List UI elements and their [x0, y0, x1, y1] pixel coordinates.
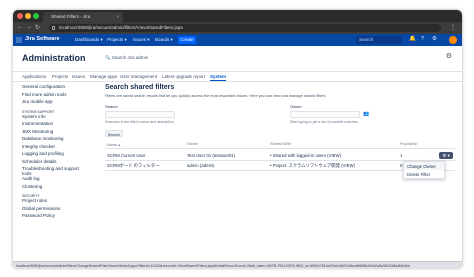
change-owner-menu-item[interactable]: Change Owner [404, 162, 444, 170]
browser-window: Shared Filters - Jira × ← → ↻ localhost:… [13, 10, 462, 268]
settings-icon[interactable]: ⚙ [432, 36, 437, 42]
sidebar-item-password-policy[interactable]: Password Policy [22, 213, 84, 221]
user-avatar[interactable] [449, 36, 457, 44]
sidebar-item-logging-and-profiling[interactable]: Logging and profiling [22, 151, 84, 159]
filter-owner: Test User 01 (testuser01) [187, 153, 236, 158]
browser-tab[interactable]: Shared Filters - Jira × [43, 12, 123, 22]
minimize-window-icon[interactable] [25, 13, 31, 19]
search-input[interactable] [105, 111, 175, 118]
section-heading: Search shared filters [105, 84, 175, 91]
sidebar-item-global-permissions[interactable]: Global permissions [22, 206, 84, 214]
tab-user-management[interactable]: User management [120, 74, 157, 79]
filter-name-link[interactable]: SCRMボード のフィルター [107, 163, 159, 169]
filter-shared-with: • Shared with logged-in users (VIEW) [270, 153, 341, 158]
admin-search-link[interactable]: 🔍 Search Jira admin [105, 55, 148, 61]
close-window-icon[interactable] [17, 13, 23, 19]
sidebar-item-clustering[interactable]: Clustering [22, 184, 84, 192]
col-name[interactable]: Name ▴ [107, 142, 120, 147]
nav-projects[interactable]: Projects ▾ [107, 37, 127, 43]
tab-projects[interactable]: Projects [52, 74, 68, 79]
admin-sidebar: General configuration Find more admin to… [22, 84, 84, 221]
owner-hint: Start typing to get a list of possible m… [290, 120, 359, 124]
filters-table-header: Name ▴ Owner Shared With Popularity [105, 142, 455, 149]
nav-issues[interactable]: Issues ▾ [133, 37, 150, 43]
nav-boards[interactable]: Boards ▾ [155, 37, 173, 43]
nav-dashboards[interactable]: Dashboards ▾ [75, 37, 103, 43]
notifications-icon[interactable]: 🔔 [409, 36, 416, 42]
sidebar-section-security: SECURITY [22, 194, 40, 198]
delete-filter-menu-item[interactable]: Delete Filter [404, 170, 444, 178]
sidebar-item-integrity-checker[interactable]: Integrity checker [22, 144, 84, 152]
search-hint: Searches in the filter's name and descri… [105, 120, 174, 124]
section-description: Filters are saved search results that le… [105, 94, 326, 98]
address-url: localhost:8080/jira/secure/admin/filters… [59, 25, 183, 30]
reload-icon[interactable]: ↻ [35, 24, 40, 31]
sidebar-item-scheduler-details[interactable]: Scheduler details [22, 159, 84, 167]
sidebar-item-project-roles[interactable]: Project roles [22, 198, 84, 206]
admin-tabs: Applications Projects Issues Manage apps… [13, 72, 462, 82]
forward-icon[interactable]: → [26, 24, 32, 30]
sidebar-item-jira-mobile-app[interactable]: Jira mobile app [22, 99, 84, 107]
jira-search-input[interactable]: Search [356, 36, 402, 44]
col-owner: Owner [187, 142, 199, 146]
user-picker-icon[interactable]: 👥 [363, 111, 369, 117]
browser-toolbar: ← → ↻ localhost:8080/jira/secure/admin/f… [13, 22, 462, 34]
sidebar-item-database-monitoring[interactable]: Database monitoring [22, 136, 84, 144]
admin-gear-icon[interactable]: ⚙ [446, 52, 452, 60]
sidebar-item-audit-log[interactable]: Audit log [22, 176, 84, 184]
address-bar[interactable]: localhost:8080/jira/secure/admin/filters… [49, 24, 441, 32]
tab-latest-upgrade-report[interactable]: Latest upgrade report [162, 74, 205, 79]
table-row: SCRM Current User Test User 01 (testuser… [105, 151, 455, 161]
col-shared-with: Shared With [270, 142, 291, 146]
browser-tab-title: Shared Filters - Jira [51, 14, 91, 19]
jira-logo[interactable]: Jira Software [25, 36, 60, 42]
browser-menu-icon[interactable]: ⋮ [450, 24, 456, 31]
owner-label: Owner [290, 104, 302, 109]
back-icon[interactable]: ← [17, 24, 23, 30]
app-switcher-icon[interactable] [16, 37, 22, 43]
sidebar-section-system-support: SYSTEM SUPPORT [22, 109, 55, 114]
filter-name-link[interactable]: SCRM Current User [107, 153, 145, 158]
jira-top-nav: Jira Software Dashboards ▾ Projects ▾ Is… [13, 34, 462, 46]
row-actions-dropdown: Change Owner Delete Filter [403, 161, 445, 179]
main-content: Search shared filters Filters are saved … [105, 84, 455, 179]
filter-shared-with: • Project: スクラムソフトウェア開発 (VIEW) [270, 163, 355, 168]
tab-applications[interactable]: Applications [22, 74, 46, 79]
browser-status-bar: localhost:8080/jira/secure/admin/filters… [13, 261, 462, 268]
page-title: Administration [22, 53, 86, 63]
search-button[interactable]: Search [105, 130, 123, 137]
tab-close-icon[interactable]: × [116, 14, 119, 19]
maximize-window-icon[interactable] [33, 13, 39, 19]
col-popularity: Popularity [400, 142, 417, 146]
sidebar-item-instrumentation[interactable]: Instrumentation [22, 121, 84, 129]
lock-icon [52, 26, 55, 30]
tab-system[interactable]: System [210, 74, 227, 81]
filter-owner: admin (admin) [187, 163, 215, 168]
filter-popularity: 1 [400, 153, 403, 158]
help-icon[interactable]: ? [421, 36, 424, 42]
sidebar-item-find-more-admin-tools[interactable]: Find more admin tools [22, 92, 84, 100]
search-label: Search [105, 104, 118, 109]
browser-titlebar: Shared Filters - Jira × [13, 10, 462, 22]
tab-manage-apps[interactable]: Manage apps [90, 74, 117, 79]
owner-input[interactable] [290, 111, 360, 118]
sidebar-item-troubleshooting[interactable]: Troubleshooting and support tools [22, 166, 84, 176]
admin-header: Administration 🔍 Search Jira admin ⚙ [13, 46, 462, 72]
create-button[interactable]: Create [178, 36, 196, 44]
row-actions-button[interactable]: ⚙ ▾ [439, 152, 453, 159]
sidebar-item-jmx-monitoring[interactable]: JMX Monitoring [22, 129, 84, 137]
sidebar-item-general-configuration[interactable]: General configuration [22, 84, 84, 92]
tab-issues[interactable]: Issues [72, 74, 85, 79]
sidebar-item-system-info[interactable]: System info [22, 114, 84, 122]
